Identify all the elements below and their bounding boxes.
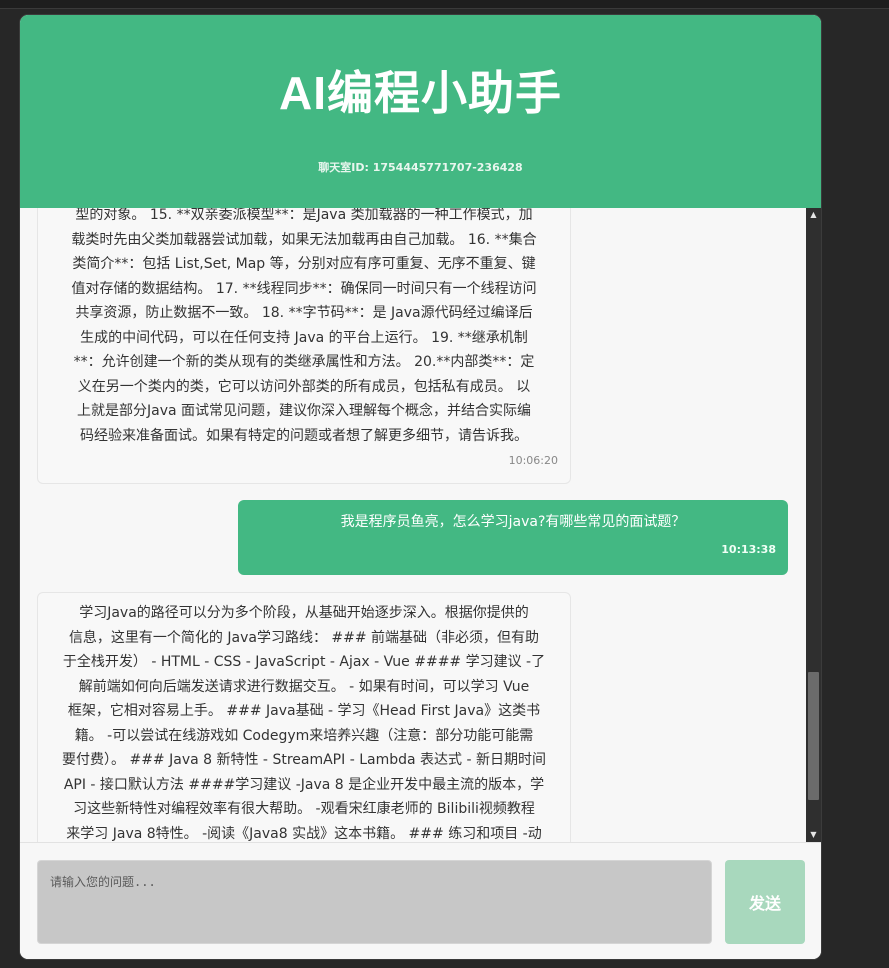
message-line: 籍。 -可以尝试在线游戏如 Codegym来培养兴趣（注意：部分功能可能需 [74, 727, 534, 744]
message-line: 信息，这里有一个简化的 Java学习路线： ### 前端基础（非必须，但有助 [68, 629, 540, 646]
chat-room-id: 聊天室ID: 1754445771707-236428 [318, 161, 523, 174]
message-line: 解前端如何向后端发送请求进行数据交互。 - 如果有时间，可以学习 Vue [78, 678, 530, 695]
user-message: 我是程序员鱼亮，怎么学习java?有哪些常见的面试题？ 10:13:38 [238, 500, 788, 575]
message-line: 共享资源，防止数据不一致。 18. **字节码**：是 Java源代码经过编译后 [75, 305, 533, 321]
scrollbar-thumb[interactable] [808, 672, 819, 800]
user-message-text: 我是程序员鱼亮，怎么学习java?有哪些常见的面试题？ [340, 514, 686, 530]
message-line: 框架，它相对容易上手。 ### Java基础 - 学习《Head First J… [67, 703, 541, 719]
question-input[interactable] [37, 860, 712, 944]
chat-header: AI编程小助手 聊天室ID: 1754445771707-236428 [20, 15, 821, 208]
ai-message: 学习Java的路径可以分为多个阶段，从基础开始逐步深入。根据你提供的 信息，这里… [37, 592, 571, 842]
message-line: API - 接口默认方法 ####学习建议 -Java 8 是企业开发中最主流的… [63, 776, 545, 793]
message-line: 载类时先由父类加载器尝试加载，如果无法加载再由自己加载。 16. **集合 [71, 231, 537, 248]
chat-scrollbar[interactable]: ▲ ▼ [806, 208, 821, 842]
chat-app-window: AI编程小助手 聊天室ID: 1754445771707-236428 型的对象… [20, 15, 821, 959]
message-timestamp: 10:13:38 [721, 543, 776, 556]
input-area: 发送 [20, 842, 821, 959]
scroll-down-arrow-icon[interactable]: ▼ [806, 828, 821, 842]
send-button[interactable]: 发送 [725, 860, 805, 944]
message-line: 码经验来准备面试。如果有特定的问题或者想了解更多细节，请告诉我。 [80, 427, 528, 444]
ai-message-text: 型的对象。 15. **双亲委派模型**：是Java 类加载器的一种工作模式，加… [50, 208, 558, 448]
message-timestamp: 10:06:20 [508, 454, 558, 467]
message-line: 值对存储的数据结构。 17. **线程同步**：确保同一时间只有一个线程访问 [71, 280, 537, 297]
ai-message-text: 学习Java的路径可以分为多个阶段，从基础开始逐步深入。根据你提供的 信息，这里… [50, 593, 558, 842]
message-list[interactable]: 型的对象。 15. **双亲委派模型**：是Java 类加载器的一种工作模式，加… [20, 208, 806, 842]
message-line: 于全栈开发） - HTML - CSS - JavaScript - Ajax … [62, 654, 546, 670]
message-line: 义在另一个类内的类，它可以访问外部类的所有成员，包括私有成员。 以 [77, 378, 531, 395]
message-line: **：允许创建一个新的类从现有的类继承属性和方法。 20.**内部类**：定 [73, 354, 535, 370]
app-title: AI编程小助手 [279, 67, 562, 119]
message-line: 生成的中间代码，可以在任何支持 Java 的平台上运行。 19. **继承机制 [80, 329, 528, 346]
browser-top-strip [0, 0, 889, 9]
message-line: 型的对象。 15. **双亲委派模型**：是Java 类加载器的一种工作模式，加 [75, 208, 533, 223]
message-line: 来学习 Java 8特性。 -阅读《Java8 实战》这本书籍。 ### 练习和… [66, 825, 542, 842]
ai-message: 型的对象。 15. **双亲委派模型**：是Java 类加载器的一种工作模式，加… [37, 208, 571, 484]
scroll-up-arrow-icon[interactable]: ▲ [806, 208, 821, 222]
message-line: 要付费）。 ### Java 8 新特性 - StreamAPI - Lambd… [62, 752, 546, 768]
message-line: 上就是部分Java 面试常见问题，建议你深入理解每个概念，并结合实际编 [76, 403, 532, 419]
message-line: 类简介**：包括 List,Set, Map 等，分别对应有序可重复、无序不重复… [72, 256, 536, 272]
message-line: 习这些新特性对编程效率有很大帮助。 -观看宋红康老师的 Bilibili视频教程 [73, 801, 535, 817]
message-line: 学习Java的路径可以分为多个阶段，从基础开始逐步深入。根据你提供的 [79, 605, 529, 621]
